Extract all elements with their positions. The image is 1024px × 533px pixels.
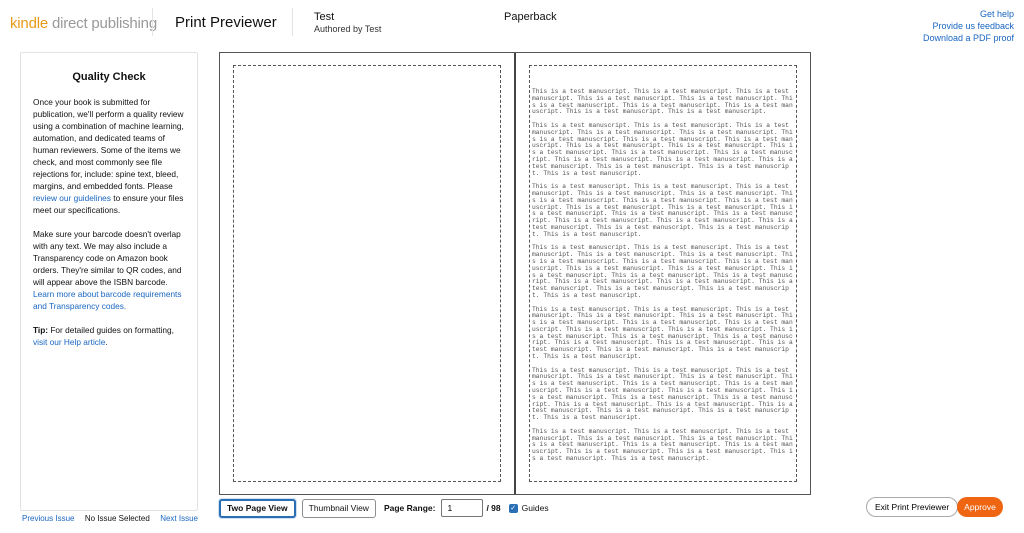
header-divider — [152, 8, 153, 36]
kdp-logo[interactable]: kindle direct publishing — [10, 15, 157, 32]
download-pdf-proof-link[interactable]: Download a PDF proof — [923, 32, 1014, 44]
manuscript-paragraph: This is a test manuscript. This is a tes… — [532, 88, 793, 116]
book-title: Test — [314, 11, 335, 23]
right-page[interactable]: This is a test manuscript. This is a tes… — [514, 53, 810, 494]
two-page-view-button[interactable]: Two Page View — [219, 498, 296, 518]
preview-toolbar: Two Page View Thumbnail View Page Range:… — [219, 497, 549, 519]
thumbnail-view-button[interactable]: Thumbnail View — [301, 498, 376, 518]
manuscript-paragraph: This is a test manuscript. This is a tes… — [532, 305, 793, 361]
logo-direct-publishing: direct publishing — [48, 15, 157, 32]
app-title: Print Previewer — [175, 14, 277, 31]
issue-status: No Issue Selected — [84, 514, 150, 523]
manuscript-text: This is a test manuscript. This is a tes… — [532, 88, 796, 470]
margin-guide — [233, 65, 501, 482]
review-guidelines-link[interactable]: review our guidelines — [33, 193, 111, 203]
manuscript-paragraph: This is a test manuscript. This is a tes… — [532, 366, 793, 422]
tip-label: Tip: — [33, 325, 49, 335]
manuscript-paragraph: This is a test manuscript. This is a tes… — [532, 244, 793, 299]
help-article-link[interactable]: visit our Help article — [33, 337, 105, 347]
header-divider — [292, 8, 293, 36]
manuscript-paragraph: This is a test manuscript. This is a tes… — [532, 427, 793, 463]
barcode-text: Make sure your barcode doesn't overlap w… — [33, 229, 182, 287]
issue-navigation: Previous Issue No Issue Selected Next Is… — [22, 514, 198, 523]
tip-tail: . — [105, 337, 108, 347]
guides-label[interactable]: Guides — [522, 503, 549, 513]
quality-paragraph: Once your book is submitted for publicat… — [33, 96, 185, 216]
book-format: Paperback — [504, 11, 557, 23]
page-range-label: Page Range: — [383, 503, 436, 513]
previous-issue-link[interactable]: Previous Issue — [22, 514, 74, 523]
page-range-input[interactable] — [441, 499, 484, 517]
quality-text: Once your book is submitted for publicat… — [33, 97, 184, 191]
get-help-link[interactable]: Get help — [923, 8, 1014, 20]
book-author: Authored by Test — [314, 24, 382, 34]
left-page[interactable] — [220, 53, 514, 494]
tip-paragraph: Tip: For detailed guides on formatting, … — [33, 324, 185, 348]
approve-button[interactable]: Approve — [957, 497, 1003, 517]
margin-guide: This is a test manuscript. This is a tes… — [529, 65, 797, 482]
guides-checkbox[interactable]: ✓ — [508, 503, 518, 513]
header: kindle direct publishing Print Previewer… — [0, 0, 1024, 44]
quality-check-panel: Quality Check Once your book is submitte… — [20, 52, 198, 511]
page-preview[interactable]: This is a test manuscript. This is a tes… — [219, 52, 811, 495]
logo-kindle: kindle — [10, 15, 48, 32]
feedback-link[interactable]: Provide us feedback — [923, 20, 1014, 32]
exit-print-previewer-button[interactable]: Exit Print Previewer — [866, 497, 959, 517]
panel-title: Quality Check — [72, 71, 146, 83]
manuscript-paragraph: This is a test manuscript. This is a tes… — [532, 121, 793, 177]
manuscript-paragraph: This is a test manuscript. This is a tes… — [532, 183, 793, 238]
next-issue-link[interactable]: Next Issue — [160, 514, 198, 523]
barcode-requirements-link[interactable]: Learn more about barcode requirements an… — [33, 289, 182, 311]
barcode-paragraph: Make sure your barcode doesn't overlap w… — [33, 228, 185, 312]
help-links: Get help Provide us feedback Download a … — [923, 8, 1014, 44]
tip-text: For detailed guides on formatting, — [48, 325, 174, 335]
page-total: / 98 — [486, 503, 501, 513]
